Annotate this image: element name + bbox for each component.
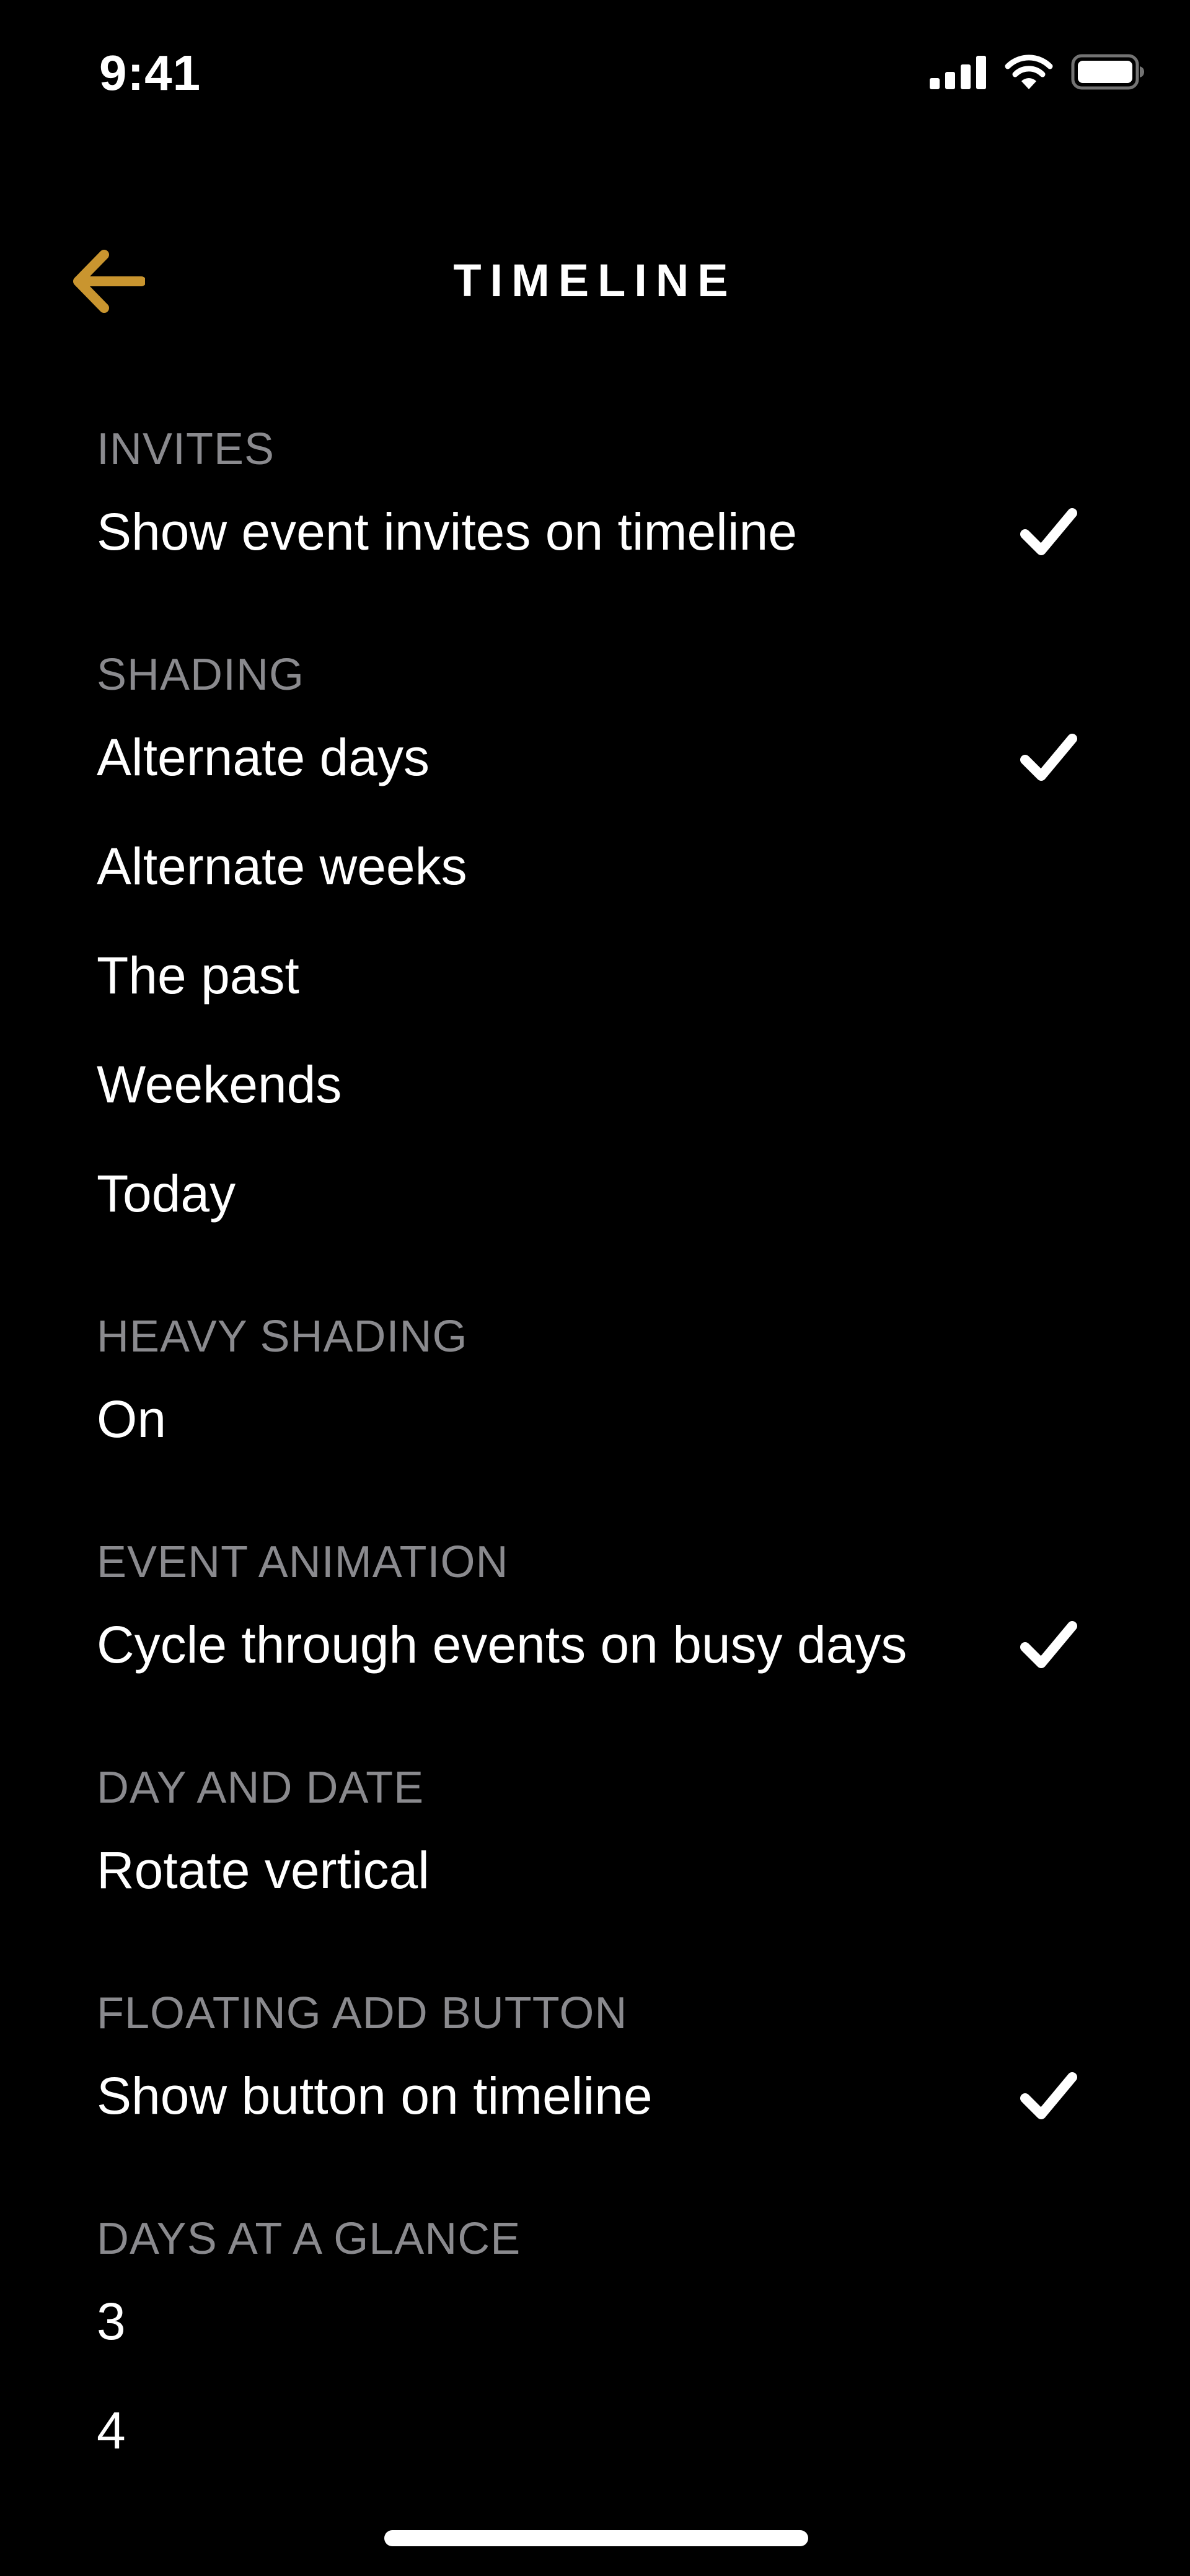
status-bar: 9:41 bbox=[0, 0, 1190, 149]
settings-section: HEAVY SHADING On bbox=[0, 1296, 1190, 1474]
option-row[interactable]: Alternate weeks bbox=[0, 812, 1190, 921]
option-row[interactable]: Show event invites on timeline bbox=[0, 477, 1190, 586]
status-icons bbox=[930, 53, 1145, 90]
section-header: EVENT ANIMATION bbox=[97, 1537, 509, 1587]
settings-section: DAYS AT A GLANCE 3 4 bbox=[0, 2199, 1190, 2485]
settings-list: INVITES Show event invites on timeline SHA… bbox=[0, 409, 1190, 2533]
option-label: Today bbox=[97, 1164, 236, 1223]
section-header: DAY AND DATE bbox=[97, 1763, 425, 1813]
section-header: SHADING bbox=[97, 650, 305, 700]
option-label: Cycle through events on busy days bbox=[97, 1615, 907, 1674]
settings-section: DAY AND DATE Rotate vertical bbox=[0, 1747, 1190, 1925]
option-label: On bbox=[97, 1390, 167, 1448]
option-row[interactable]: Alternate days bbox=[0, 703, 1190, 812]
option-row[interactable]: Rotate vertical bbox=[0, 1816, 1190, 1925]
section-header: DAYS AT A GLANCE bbox=[97, 2214, 521, 2264]
checkmark-icon bbox=[1020, 734, 1077, 781]
status-time: 9:41 bbox=[99, 45, 201, 100]
option-row[interactable]: Cycle through events on busy days bbox=[0, 1590, 1190, 1699]
cellular-signal-icon bbox=[930, 56, 986, 89]
option-label: Rotate vertical bbox=[97, 1841, 430, 1899]
section-header: FLOATING ADD BUTTON bbox=[97, 1989, 628, 2038]
option-label: 4 bbox=[97, 2401, 126, 2460]
option-label: Weekends bbox=[97, 1055, 342, 1114]
option-label: 3 bbox=[97, 2292, 126, 2350]
settings-section: INVITES Show event invites on timeline bbox=[0, 409, 1190, 586]
option-label: Alternate days bbox=[97, 728, 430, 786]
option-row[interactable]: The past bbox=[0, 921, 1190, 1030]
option-row[interactable]: 3 bbox=[0, 2267, 1190, 2376]
option-row[interactable]: Today bbox=[0, 1139, 1190, 1248]
section-header: HEAVY SHADING bbox=[97, 1312, 468, 1361]
option-label: Show button on timeline bbox=[97, 2067, 653, 2125]
option-label: Show event invites on timeline bbox=[97, 503, 797, 561]
settings-section: SHADING Alternate days Alternate weeks The … bbox=[0, 635, 1190, 1248]
checkmark-icon bbox=[1020, 1621, 1077, 1668]
home-indicator[interactable] bbox=[384, 2530, 808, 2546]
option-label: Alternate weeks bbox=[97, 837, 467, 895]
nav-bar: TIMELINE bbox=[0, 229, 1190, 335]
option-row[interactable]: Show button on timeline bbox=[0, 2041, 1190, 2150]
checkmark-icon bbox=[1020, 508, 1077, 555]
settings-section: EVENT ANIMATION Cycle through events on b… bbox=[0, 1522, 1190, 1699]
option-row[interactable]: On bbox=[0, 1365, 1190, 1474]
option-row[interactable]: 4 bbox=[0, 2376, 1190, 2485]
page-title: TIMELINE bbox=[453, 255, 737, 306]
settings-section: FLOATING ADD BUTTON Show button on timeli… bbox=[0, 1973, 1190, 2150]
checkmark-icon bbox=[1020, 2072, 1077, 2119]
section-header: INVITES bbox=[97, 424, 275, 474]
wifi-icon bbox=[1005, 55, 1053, 89]
option-row[interactable]: Weekends bbox=[0, 1030, 1190, 1139]
option-label: The past bbox=[97, 946, 299, 1004]
battery-icon bbox=[1071, 54, 1144, 90]
